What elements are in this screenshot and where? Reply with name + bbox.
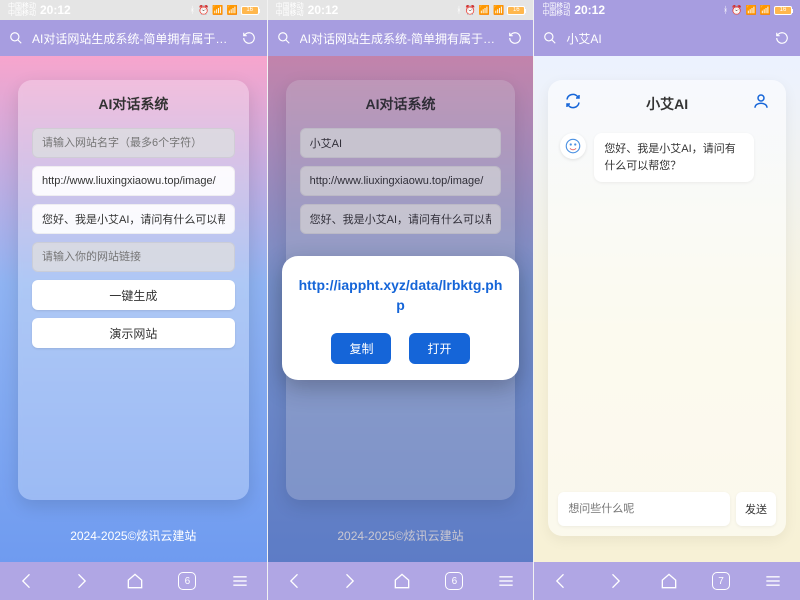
status-time: 20:12	[308, 3, 339, 17]
battery-icon: 16	[507, 6, 525, 15]
refresh-icon[interactable]	[241, 30, 257, 46]
chat-title: 小艾AI	[646, 94, 688, 114]
user-icon[interactable]	[752, 92, 770, 115]
nav-tabs-button[interactable]: 7	[712, 572, 730, 590]
bluetooth-icon: ᚼ	[190, 5, 195, 15]
nav-forward-icon[interactable]	[604, 570, 626, 592]
alarm-icon: ⏰	[465, 5, 476, 16]
status-bar: 中国移动中国移动 20:12 ᚼ ⏰ 📶 📶 16	[534, 0, 800, 20]
status-bar: 中国移动中国移动 20:12 ᚼ ⏰ 📶 📶 16	[268, 0, 534, 20]
nav-home-icon[interactable]	[391, 570, 413, 592]
nav-menu-icon[interactable]	[495, 570, 517, 592]
nav-menu-icon[interactable]	[229, 570, 251, 592]
ai-message-row: 您好、我是小艾AI，请问有什么可以帮您？	[560, 133, 774, 182]
nav-back-icon[interactable]	[284, 570, 306, 592]
signal-icon: 📶	[226, 5, 237, 16]
alarm-icon: ⏰	[198, 5, 209, 16]
nav-back-icon[interactable]	[16, 570, 38, 592]
open-button[interactable]: 打开	[409, 333, 469, 364]
nav-forward-icon[interactable]	[70, 570, 92, 592]
battery-icon: 16	[241, 6, 259, 15]
carrier-label: 中国移动中国移动	[542, 3, 570, 17]
bluetooth-icon: ᚼ	[723, 5, 728, 15]
generate-button[interactable]: 一键生成	[32, 280, 235, 310]
browser-address-bar[interactable]: AI对话网站生成系统-简单拥有属于自…	[268, 20, 534, 56]
signal-icon: 📶	[212, 5, 223, 16]
browser-bottom-nav: 6	[268, 562, 534, 600]
phone-screen-3: 中国移动中国移动 20:12 ᚼ ⏰ 📶 📶 16 小艾AI 小艾AI	[533, 0, 800, 600]
generated-url: http://iappht.xyz/data/lrbktg.php	[298, 276, 504, 315]
browser-address-bar[interactable]: AI对话网站生成系统-简单拥有属于自…	[0, 20, 267, 56]
search-icon	[542, 30, 558, 46]
page-title: 小艾AI	[566, 30, 766, 47]
phone-screen-2: 中国移动中国移动 20:12 ᚼ ⏰ 📶 📶 16 AI对话网站生成系统-简单拥…	[267, 0, 534, 600]
site-link-input[interactable]	[32, 242, 235, 272]
browser-bottom-nav: 7	[534, 562, 800, 600]
ai-avatar-icon	[560, 133, 586, 159]
demo-button[interactable]: 演示网站	[32, 318, 235, 348]
status-time: 20:12	[574, 3, 605, 17]
card-title: AI对话系统	[32, 94, 235, 114]
search-icon	[8, 30, 24, 46]
send-button[interactable]: 发送	[736, 492, 776, 526]
footer-copyright: 2024-2025©炫讯云建站	[0, 527, 267, 544]
phone-screen-1: 中国移动中国移动 20:12 ᚼ ⏰ 📶 📶 16 AI对话网站生成系统-简单拥…	[0, 0, 267, 600]
nav-home-icon[interactable]	[124, 570, 146, 592]
page-title: AI对话网站生成系统-简单拥有属于自…	[32, 30, 233, 47]
nav-home-icon[interactable]	[658, 570, 680, 592]
copy-button[interactable]: 复制	[331, 333, 391, 364]
carrier-label: 中国移动中国移动	[276, 3, 304, 17]
signal-icon: 📶	[479, 5, 490, 16]
status-time: 20:12	[40, 3, 71, 17]
nav-tabs-button[interactable]: 6	[445, 572, 463, 590]
nav-tabs-button[interactable]: 6	[178, 572, 196, 590]
nav-menu-icon[interactable]	[762, 570, 784, 592]
refresh-icon[interactable]	[774, 30, 790, 46]
bluetooth-icon: ᚼ	[456, 5, 461, 15]
page-title: AI对话网站生成系统-简单拥有属于自…	[300, 30, 500, 47]
search-icon	[276, 30, 292, 46]
nav-forward-icon[interactable]	[338, 570, 360, 592]
battery-icon: 16	[774, 6, 792, 15]
chat-card: 小艾AI 您好、我是小艾AI，请问有什么可以帮您？ 发送	[548, 80, 786, 536]
page-content: AI对话系统 一键生成 演示网站 2024-2025©炫讯云建站	[0, 56, 267, 562]
browser-bottom-nav: 6	[0, 562, 267, 600]
ai-message-bubble: 您好、我是小艾AI，请问有什么可以帮您？	[594, 133, 754, 182]
carrier-label: 中国移动中国移动	[8, 3, 36, 17]
refresh-icon[interactable]	[507, 30, 523, 46]
nav-back-icon[interactable]	[550, 570, 572, 592]
avatar-url-input[interactable]	[32, 166, 235, 196]
site-name-input[interactable]	[32, 128, 235, 158]
chat-input[interactable]	[558, 492, 730, 526]
page-content: 小艾AI 您好、我是小艾AI，请问有什么可以帮您？ 发送	[534, 56, 800, 562]
alarm-icon: ⏰	[731, 5, 742, 16]
greeting-input[interactable]	[32, 204, 235, 234]
page-content: AI对话系统 2024-2025©炫讯云建站 http://iappht.xyz…	[268, 56, 534, 562]
generator-card: AI对话系统 一键生成 演示网站	[18, 80, 249, 500]
signal-icon: 📶	[493, 5, 504, 16]
signal-icon: 📶	[746, 5, 757, 16]
status-bar: 中国移动中国移动 20:12 ᚼ ⏰ 📶 📶 16	[0, 0, 267, 20]
browser-address-bar[interactable]: 小艾AI	[534, 20, 800, 56]
signal-icon: 📶	[760, 5, 771, 16]
result-modal: http://iappht.xyz/data/lrbktg.php 复制 打开	[282, 256, 520, 380]
sync-icon[interactable]	[564, 92, 582, 115]
